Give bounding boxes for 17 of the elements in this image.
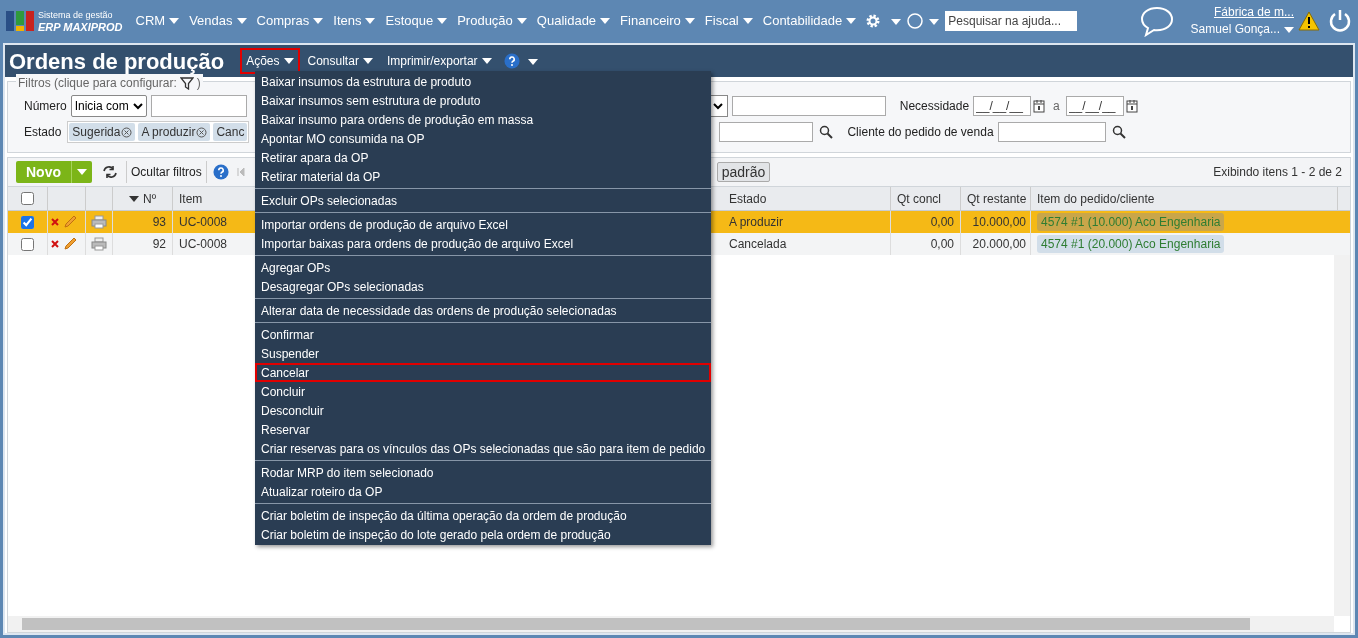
cliente-label: Cliente do pedido de venda <box>847 124 994 141</box>
filters-legend: Filtros (clique para configurar: <box>18 74 177 92</box>
table-cell-text: UC-0008 <box>178 214 229 231</box>
estado-label: Estado <box>24 124 62 141</box>
numero-label: Número <box>24 98 67 115</box>
necessidade-label: Necessidade <box>899 98 970 115</box>
brand-name: ERP MAXIPROD <box>38 21 123 33</box>
table-cell: 20.000,00 <box>961 233 1031 255</box>
item-count: Exibindo itens 1 - 2 de 2 <box>1213 164 1342 181</box>
table-cell: 92 <box>113 233 173 255</box>
page-title: Ordens de produção <box>9 47 225 76</box>
brand-subtitle: Sistema de gestão <box>38 9 114 21</box>
date-separator: a <box>1053 98 1060 115</box>
table-cell-text: UC-0008 <box>178 236 229 253</box>
table-cell: Cancelada <box>723 233 891 255</box>
filters-legend-end: ) <box>196 75 201 92</box>
table-cell: 0,00 <box>891 233 961 255</box>
